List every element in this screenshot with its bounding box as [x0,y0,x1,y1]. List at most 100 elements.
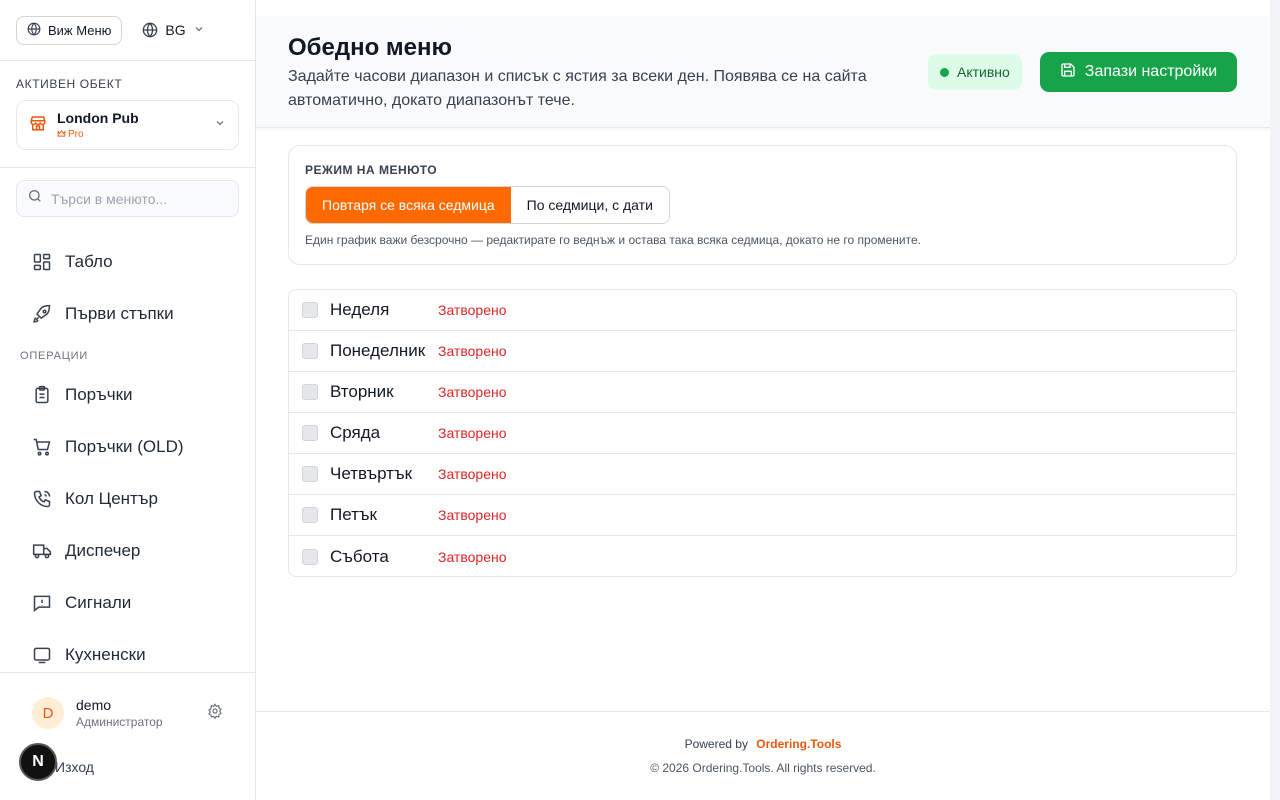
days-list: Неделя Затворено Понеделник Затворено Вт… [288,289,1237,577]
globe-icon [27,22,43,38]
language-selector[interactable]: BG [142,22,204,38]
mode-option-by-weeks[interactable]: По седмици, с дати [510,187,669,223]
day-name: Четвъртък [330,464,413,483]
search-box[interactable] [16,180,239,217]
cart-icon [32,437,52,457]
sidebar-item-first-steps[interactable]: Първи стъпки [0,288,255,340]
brand-link[interactable]: Ordering.Tools [756,737,841,751]
mode-option-weekly-repeat[interactable]: Повтаря се всяка седмица [306,187,511,223]
sidebar-search [0,168,255,229]
sidebar-item-kitchen[interactable]: Кухненски [0,629,255,672]
day-row-thursday: Четвъртък Затворено [289,454,1236,495]
day-checkbox[interactable] [302,466,318,482]
day-checkbox[interactable] [302,548,318,565]
status-dot-icon [940,67,949,77]
dev-tools-badge[interactable]: N [19,743,57,781]
alert-message-icon [32,593,52,613]
sidebar-item-orders-old[interactable]: Поръчки (OLD) [0,421,255,473]
day-name: Вторник [330,382,394,401]
save-settings-button[interactable]: Запази настройки [1040,52,1237,92]
view-menu-button[interactable]: Виж Меню [16,15,123,45]
copyright: © 2026 Ordering.Tools. All rights reserv… [650,761,876,775]
day-status: Затворено [438,425,507,441]
sidebar-item-orders[interactable]: Поръчки [0,369,255,421]
day-row-wednesday: Сряда Затворено [289,413,1236,454]
chevron-down-icon [214,116,226,134]
phone-icon [32,489,52,509]
store-icon [29,114,47,137]
object-selector[interactable]: London Pub Pro [16,100,239,150]
plan-badge: Pro [57,129,204,141]
day-row-monday: Понеделник Затворено [289,331,1236,372]
clipboard-icon [32,385,52,405]
day-status: Затворено [438,466,507,482]
avatar: D [32,697,64,729]
user-row: D demo Администратор [0,673,255,729]
sidebar-item-label: Поръчки [65,385,133,404]
kitchen-screen-icon [32,645,52,665]
day-row-tuesday: Вторник Затворено [289,372,1236,413]
active-object-label: АКТИВЕН ОБЕКТ [16,77,123,91]
scrollbar[interactable] [1270,0,1280,800]
view-menu-label: Виж Меню [48,22,112,38]
day-checkbox[interactable] [302,384,318,400]
sidebar-item-call-center[interactable]: Кол Център [0,473,255,525]
sidebar-item-label: Сигнали [65,593,132,612]
menu-mode-card: РЕЖИМ НА МЕНЮТО Повтаря се всяка седмица… [288,145,1237,265]
day-checkbox[interactable] [302,343,318,359]
powered-by-label: Powered by [684,737,748,751]
crown-icon [57,129,66,141]
day-name: Петък [330,505,377,524]
main-content: Обедно меню Задайте часови диапазон и сп… [256,0,1280,800]
day-status: Затворено [438,507,507,523]
day-checkbox[interactable] [302,302,318,318]
truck-icon [32,541,52,561]
sidebar-item-signals[interactable]: Сигнали [0,577,255,629]
day-status: Затворено [438,548,507,565]
search-icon [27,188,43,209]
sidebar-item-label: Кол Център [65,489,158,508]
menu-mode-label: РЕЖИМ НА МЕНЮТО [305,163,438,177]
sidebar-item-dispatcher[interactable]: Диспечер [0,525,255,577]
day-checkbox[interactable] [302,507,318,523]
day-status: Затворено [438,384,507,400]
sidebar-item-label: Кухненски [65,645,146,664]
chevron-down-icon [193,22,205,38]
active-object-section: АКТИВЕН ОБЕКТ London Pub Pro [0,61,255,168]
object-name: London Pub [57,109,139,126]
save-icon [1060,62,1076,83]
plan-label: Pro [68,129,84,140]
gear-icon[interactable] [207,702,223,724]
user-role: Администратор [76,715,163,729]
sidebar-top-bar: Виж Меню BG [0,0,255,61]
rocket-icon [32,304,52,324]
day-row-saturday: Събота Затворено [289,536,1236,577]
day-status: Затворено [438,302,507,318]
sidebar-item-label: Поръчки (OLD) [65,437,184,456]
sidebar-item-label: Първи стъпки [65,304,174,323]
day-name: Сряда [330,423,381,442]
sidebar-item-dashboard[interactable]: Табло [0,236,255,288]
day-checkbox[interactable] [302,425,318,441]
dashboard-icon [32,252,52,272]
page-footer: Powered by Ordering.Tools © 2026 Orderin… [256,711,1270,800]
sidebar-item-label: Табло [65,252,113,271]
status-label: Активно [957,64,1010,80]
page-description: Задайте часови диапазон и списък с ястия… [288,68,867,109]
day-name: Неделя [330,300,390,319]
language-label: BG [165,22,186,38]
day-row-friday: Петък Затворено [289,495,1236,536]
day-name: Понеделник [330,341,426,360]
day-row-sunday: Неделя Затворено [289,290,1236,331]
globe-icon [142,22,158,38]
sidebar-item-label: Диспечер [65,541,141,560]
powered-by: Powered by Ordering.Tools [256,737,1270,751]
search-input[interactable] [51,190,231,207]
sidebar: Виж Меню BG АКТИВЕН ОБЕКТ London Pub Pro… [0,0,256,800]
sidebar-nav: Табло Първи стъпки ОПЕРАЦИИ Поръчки Поръ… [0,236,255,672]
menu-mode-toggle: Повтаря се всяка седмица По седмици, с д… [305,186,670,224]
status-badge: Активно [928,54,1022,90]
page-title: Обедно меню [288,34,452,61]
menu-mode-hint: Един график важи безсрочно — редактирате… [305,233,921,247]
logout-button[interactable]: Изход [55,759,94,775]
